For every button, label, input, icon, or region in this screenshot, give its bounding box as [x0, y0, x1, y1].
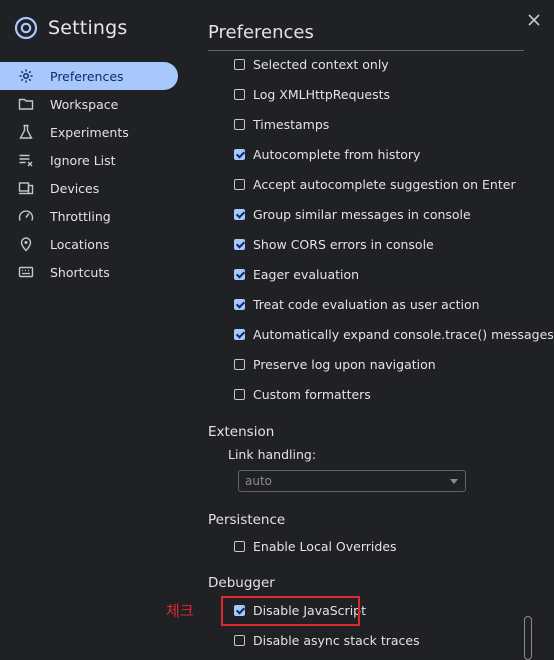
sidebar-item-label: Locations: [50, 236, 110, 252]
option-accept-autocomplete-on-enter[interactable]: Accept autocomplete suggestion on Enter: [234, 175, 516, 193]
speedometer-icon: [18, 210, 34, 221]
chevron-down-icon: [450, 479, 458, 484]
sidebar-item-label: Throttling: [50, 208, 111, 224]
checkbox[interactable]: [234, 238, 245, 250]
sidebar-item-label: Experiments: [50, 124, 129, 140]
sidebar-item-throttling[interactable]: Throttling: [0, 202, 190, 230]
devices-icon: [18, 182, 34, 195]
section-heading-debugger: Debugger: [208, 575, 275, 591]
sidebar-item-label: Preferences: [50, 68, 124, 84]
checkbox[interactable]: [234, 358, 245, 370]
checkbox[interactable]: [234, 178, 245, 190]
select-value: auto: [245, 474, 273, 488]
scrollbar-thumb[interactable]: [524, 616, 532, 660]
option-label: Automatically expand console.trace() mes…: [253, 326, 554, 342]
checkbox[interactable]: [234, 208, 245, 220]
option-label: Autocomplete from history: [253, 146, 421, 162]
checkbox[interactable]: [234, 58, 245, 70]
option-label: Accept autocomplete suggestion on Enter: [253, 176, 516, 192]
checkbox[interactable]: [234, 634, 245, 646]
ignore-list-icon: [19, 154, 33, 167]
keyboard-icon: [18, 266, 34, 278]
option-label: Enable Local Overrides: [253, 538, 397, 554]
annotation-highlight-box: [221, 596, 360, 626]
checkbox[interactable]: [234, 388, 245, 400]
option-label: Show CORS errors in console: [253, 236, 434, 252]
gear-icon: [19, 69, 33, 83]
checkbox[interactable]: [234, 148, 245, 160]
option-label: Group similar messages in console: [253, 206, 471, 222]
preferences-panel: Preferences Selected context only Log XM…: [190, 0, 554, 654]
annotation-label: 체크: [166, 602, 194, 620]
option-label: Treat code evaluation as user action: [253, 296, 480, 312]
option-label: Custom formatters: [253, 386, 371, 402]
option-label: Preserve log upon navigation: [253, 356, 436, 372]
option-label: Timestamps: [253, 116, 330, 132]
link-handling-label: Link handling:: [228, 447, 317, 462]
sidebar-item-devices[interactable]: Devices: [0, 174, 190, 202]
option-label: Log XMLHttpRequests: [253, 86, 391, 102]
sidebar-item-label: Ignore List: [50, 152, 116, 168]
sidebar-item-label: Devices: [50, 180, 100, 196]
option-autocomplete-from-history[interactable]: Autocomplete from history: [234, 145, 420, 163]
checkbox[interactable]: [234, 298, 245, 310]
option-disable-async-stack-traces[interactable]: Disable async stack traces: [234, 631, 420, 649]
checkbox[interactable]: [234, 328, 245, 340]
option-label: Disable async stack traces: [253, 632, 420, 648]
settings-title: Settings: [48, 17, 128, 39]
title-divider: [208, 50, 524, 51]
option-treat-code-evaluation-as-user-action[interactable]: Treat code evaluation as user action: [234, 295, 480, 313]
option-expand-console-trace[interactable]: Automatically expand console.trace() mes…: [234, 325, 554, 343]
sidebar-item-experiments[interactable]: Experiments: [0, 118, 190, 146]
option-group-similar-messages[interactable]: Group similar messages in console: [234, 205, 471, 223]
option-label: Selected context only: [253, 56, 389, 72]
sidebar-item-label: Shortcuts: [50, 264, 110, 280]
checkbox[interactable]: [234, 88, 245, 100]
option-selected-context-only[interactable]: Selected context only: [234, 55, 389, 73]
sidebar: Settings Preferences Workspace Experimen…: [0, 0, 190, 654]
option-log-xmlhttprequests[interactable]: Log XMLHttpRequests: [234, 85, 390, 103]
checkbox[interactable]: [234, 118, 245, 130]
sidebar-item-locations[interactable]: Locations: [0, 230, 190, 258]
sidebar-item-shortcuts[interactable]: Shortcuts: [0, 258, 190, 286]
page-title: Preferences: [208, 22, 314, 43]
checkbox[interactable]: [234, 268, 245, 280]
sidebar-item-ignore-list[interactable]: Ignore List: [0, 146, 190, 174]
option-label: Eager evaluation: [253, 266, 360, 282]
settings-nav: Preferences Workspace Experiments Ignore…: [0, 62, 190, 286]
close-icon[interactable]: [526, 12, 542, 28]
sidebar-item-preferences[interactable]: Preferences: [0, 62, 178, 90]
option-enable-local-overrides[interactable]: Enable Local Overrides: [234, 537, 397, 555]
option-preserve-log[interactable]: Preserve log upon navigation: [234, 355, 436, 373]
app-title: Settings: [14, 16, 128, 40]
option-eager-evaluation[interactable]: Eager evaluation: [234, 265, 359, 283]
chrome-devtools-logo-icon: [14, 16, 38, 40]
flask-icon: [19, 124, 33, 139]
sidebar-item-workspace[interactable]: Workspace: [0, 90, 190, 118]
location-pin-icon: [20, 237, 32, 252]
folder-icon: [18, 98, 34, 110]
section-heading-extension: Extension: [208, 424, 275, 440]
section-heading-persistence: Persistence: [208, 512, 286, 528]
option-timestamps[interactable]: Timestamps: [234, 115, 329, 133]
option-custom-formatters[interactable]: Custom formatters: [234, 385, 371, 403]
sidebar-item-label: Workspace: [50, 96, 119, 112]
checkbox[interactable]: [234, 540, 245, 552]
option-show-cors-errors[interactable]: Show CORS errors in console: [234, 235, 434, 253]
link-handling-select[interactable]: auto: [238, 470, 466, 492]
